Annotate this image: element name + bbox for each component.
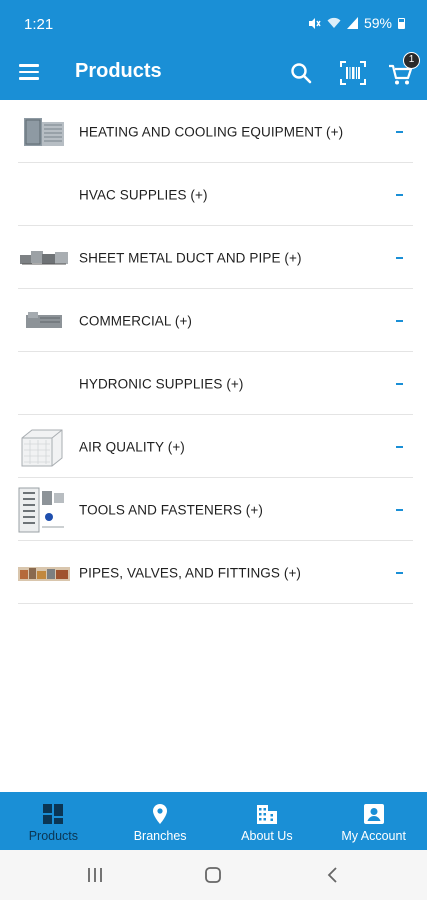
cart-button[interactable]: 1 xyxy=(386,52,420,88)
account-icon xyxy=(363,804,384,824)
system-nav-bar xyxy=(0,850,427,900)
chevron-right-icon xyxy=(396,508,403,511)
nav-products[interactable]: Products xyxy=(0,792,107,850)
search-icon xyxy=(291,63,312,84)
chevron-right-icon xyxy=(396,571,403,574)
chevron-right-icon xyxy=(396,319,403,322)
category-list: HEATING AND COOLING EQUIPMENT (+) HVAC S… xyxy=(0,100,427,604)
air-filter-image xyxy=(21,429,63,466)
duct-pipe-image xyxy=(20,250,68,264)
search-button[interactable] xyxy=(286,58,316,88)
chevron-right-icon xyxy=(396,382,403,385)
grid-icon xyxy=(43,804,64,824)
category-label: SHEET METAL DUCT AND PIPE (+) xyxy=(79,250,302,265)
nav-label: My Account xyxy=(341,829,406,843)
chevron-right-icon xyxy=(396,445,403,448)
chevron-right-icon xyxy=(396,193,403,196)
page-title: Products xyxy=(75,60,162,82)
category-row-tools[interactable]: TOOLS AND FASTENERS (+) xyxy=(0,478,427,541)
category-label: HVAC SUPPLIES (+) xyxy=(79,187,208,202)
category-label: TOOLS AND FASTENERS (+) xyxy=(79,502,263,517)
status-bar: 1:21 59% xyxy=(0,0,427,46)
nav-my-account[interactable]: My Account xyxy=(320,792,427,850)
battery-icon xyxy=(398,17,405,29)
hvac-unit-image xyxy=(24,117,64,146)
nav-label: About Us xyxy=(241,829,293,843)
category-row-hydronic[interactable]: HYDRONIC SUPPLIES (+) xyxy=(0,352,427,415)
tools-image xyxy=(18,487,64,532)
back-icon[interactable] xyxy=(326,866,340,884)
category-row-pipes-valves[interactable]: PIPES, VALVES, AND FITTINGS (+) xyxy=(0,541,427,604)
category-row-sheet-metal[interactable]: SHEET METAL DUCT AND PIPE (+) xyxy=(0,226,427,289)
signal-icon xyxy=(346,17,358,29)
category-label: HEATING AND COOLING EQUIPMENT (+) xyxy=(79,124,344,139)
category-row-commercial[interactable]: COMMERCIAL (+) xyxy=(0,289,427,352)
fittings-image xyxy=(18,566,70,581)
nav-label: Branches xyxy=(133,829,187,843)
divider xyxy=(18,603,413,604)
mute-icon xyxy=(308,17,321,29)
category-row-hvac-supplies[interactable]: HVAC SUPPLIES (+) xyxy=(0,163,427,226)
category-row-heating-cooling[interactable]: HEATING AND COOLING EQUIPMENT (+) xyxy=(0,100,427,163)
menu-icon[interactable] xyxy=(19,64,39,80)
status-icons: 59% xyxy=(308,15,405,31)
barcode-scan-button[interactable] xyxy=(338,58,368,88)
bottom-nav: Products Branches About Us My Account xyxy=(0,792,427,850)
chevron-right-icon xyxy=(396,256,403,259)
wifi-icon xyxy=(327,17,341,28)
status-time: 1:21 xyxy=(24,16,54,33)
category-row-air-quality[interactable]: AIR QUALITY (+) xyxy=(0,415,427,478)
category-label: COMMERCIAL (+) xyxy=(79,313,193,328)
nav-about-us[interactable]: About Us xyxy=(214,792,321,850)
battery-percent: 59% xyxy=(363,15,392,31)
location-pin-icon xyxy=(153,804,168,824)
nav-branches[interactable]: Branches xyxy=(107,792,214,850)
app-bar: Products 1 xyxy=(0,46,427,100)
recent-apps-icon[interactable] xyxy=(86,866,104,884)
barcode-scan-icon xyxy=(340,61,366,85)
building-icon xyxy=(256,805,277,824)
category-label: HYDRONIC SUPPLIES (+) xyxy=(79,376,244,391)
chevron-right-icon xyxy=(396,130,403,133)
nav-label: Products xyxy=(28,829,79,843)
category-label: PIPES, VALVES, AND FITTINGS (+) xyxy=(79,565,302,580)
home-icon[interactable] xyxy=(204,866,222,884)
category-label: AIR QUALITY (+) xyxy=(79,439,185,454)
commercial-unit-image xyxy=(26,311,62,328)
cart-count-badge: 1 xyxy=(403,52,420,69)
